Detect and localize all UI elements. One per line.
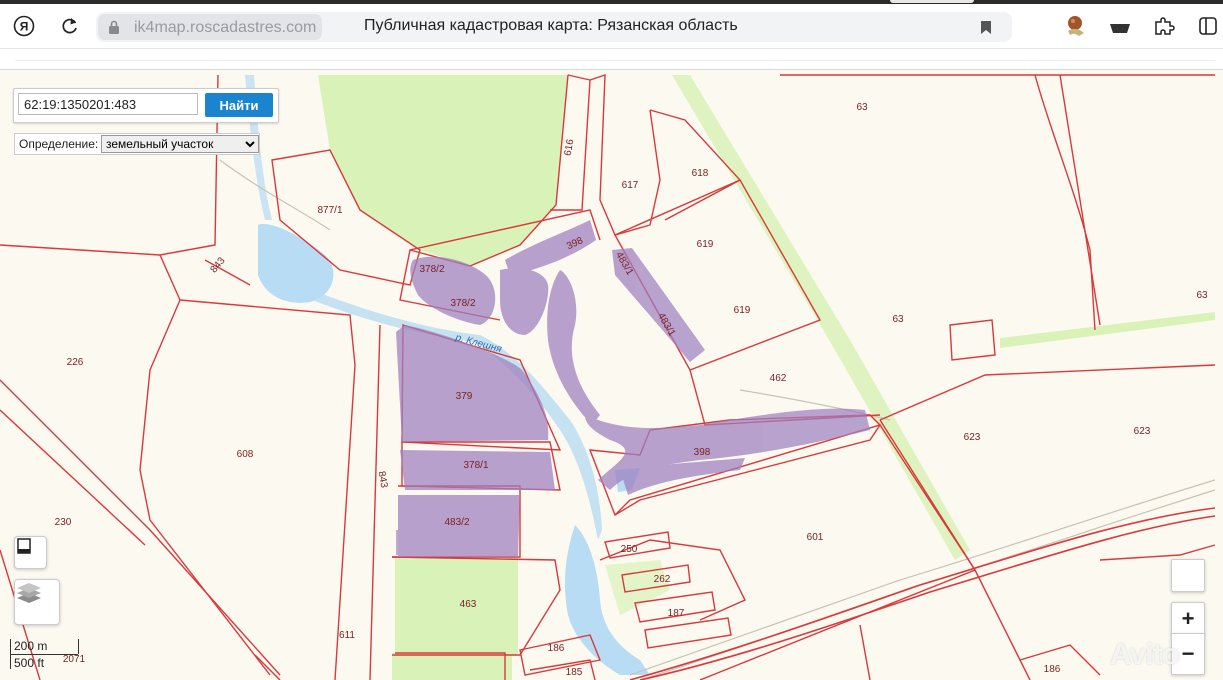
yandex-icon[interactable]: Я [12,14,36,38]
definition-selector: Определение: земельный участок [14,133,260,155]
parcel-label: 608 [237,449,254,460]
parcel-label: 186 [548,643,565,654]
parcel-label: 623 [1134,426,1151,437]
extensions-icon[interactable] [1152,14,1176,38]
green-area-south [392,653,512,680]
address-url: ik4map.roscadastres.com [134,19,317,36]
green-strip-east [1000,312,1215,348]
parcel-label: 262 [654,574,671,585]
parcel-label: 379 [456,391,473,402]
pond-west [258,224,334,303]
cadastre-number-input[interactable] [18,93,198,115]
parcel-label: 63 [856,102,868,113]
page-gap [0,49,1223,69]
zoom-in-button[interactable]: + [1171,602,1205,635]
parcel-label: 378/1 [463,460,488,471]
svg-text:Я: Я [20,20,29,34]
parcel-label: 623 [964,432,981,443]
sidebar-icon[interactable] [1196,14,1220,38]
parcel-borders [0,74,1216,680]
address-bar[interactable]: ik4map.roscadastres.com Публичная кадаст… [96,12,1012,42]
parcel-label: 186 [1044,664,1061,675]
parcel-label: 619 [697,239,714,250]
parcel-label: 843 [209,255,228,275]
page-title: Публичная кадастровая карта: Рязанская о… [364,17,738,34]
parcel-label: 378/2 [419,264,444,275]
scale-metric: 200 m [14,639,48,653]
download-icon[interactable] [1108,14,1132,38]
parcel-label: 187 [668,608,685,619]
parcel-label: 63 [892,314,904,325]
definition-label: Определение: [19,137,99,151]
scale-tick-right [78,639,79,654]
parcel-label: 619 [734,305,751,316]
browser-toolbar: Я ik4map.roscadastres.com Публичная када… [0,4,1223,48]
definition-select[interactable]: земельный участок [101,135,259,153]
parcel-label: 226 [67,357,84,368]
parcel-label: 601 [807,532,824,543]
map-corner-button[interactable] [1171,559,1205,592]
parcel-label: 185 [566,667,583,678]
scale-line [10,654,78,655]
parcel-label: 63 [1196,290,1208,301]
layers-button[interactable] [14,579,60,625]
green-area-463 [395,557,518,655]
scale-imperial: 500 ft [14,656,45,670]
parcel-label: 250 [621,544,638,555]
domain-chip[interactable]: ik4map.roscadastres.com [98,14,322,40]
parcel-label: 378/2 [450,298,475,309]
roads [219,159,1216,680]
railway-lines [629,74,1216,680]
parcel-label: 618 [692,168,709,179]
green-area-village [605,560,670,615]
parcel-label: 617 [622,180,639,191]
parcel-label: 611 [339,630,355,641]
cadastre-search: Найти [13,88,279,123]
parcel-label: 877/1 [317,205,342,216]
forest-area [318,75,568,266]
parcel-label: 483/2 [444,517,469,528]
refresh-icon[interactable] [58,14,82,38]
parcel-label: 462 [770,373,787,384]
parcel-label: 843 [376,470,390,489]
find-button[interactable]: Найти [205,93,273,117]
bookmark-icon[interactable] [980,20,992,35]
lock-icon [109,20,119,34]
parcel-label: 463 [460,599,477,610]
layers-icon [17,583,41,603]
fullscreen-button[interactable] [14,536,47,569]
browser-tab[interactable] [890,0,974,3]
cadastral-map[interactable]: р. Клешня 63 63 63 616 617 618 619 619 8… [0,69,1223,680]
avito-watermark: Avito [1110,638,1180,671]
page-gap-line [15,60,1215,61]
scale-bar: 200 m 500 ft [8,637,82,671]
avatar-icon[interactable] [1064,14,1088,38]
fullscreen-icon [17,538,31,554]
parcel-label: 398 [694,447,711,458]
map-canvas[interactable]: р. Клешня 63 63 63 616 617 618 619 619 8… [0,70,1223,680]
green-strip-road [672,75,970,560]
parcel-label: 230 [55,517,72,528]
parcel-label: 616 [563,138,577,157]
